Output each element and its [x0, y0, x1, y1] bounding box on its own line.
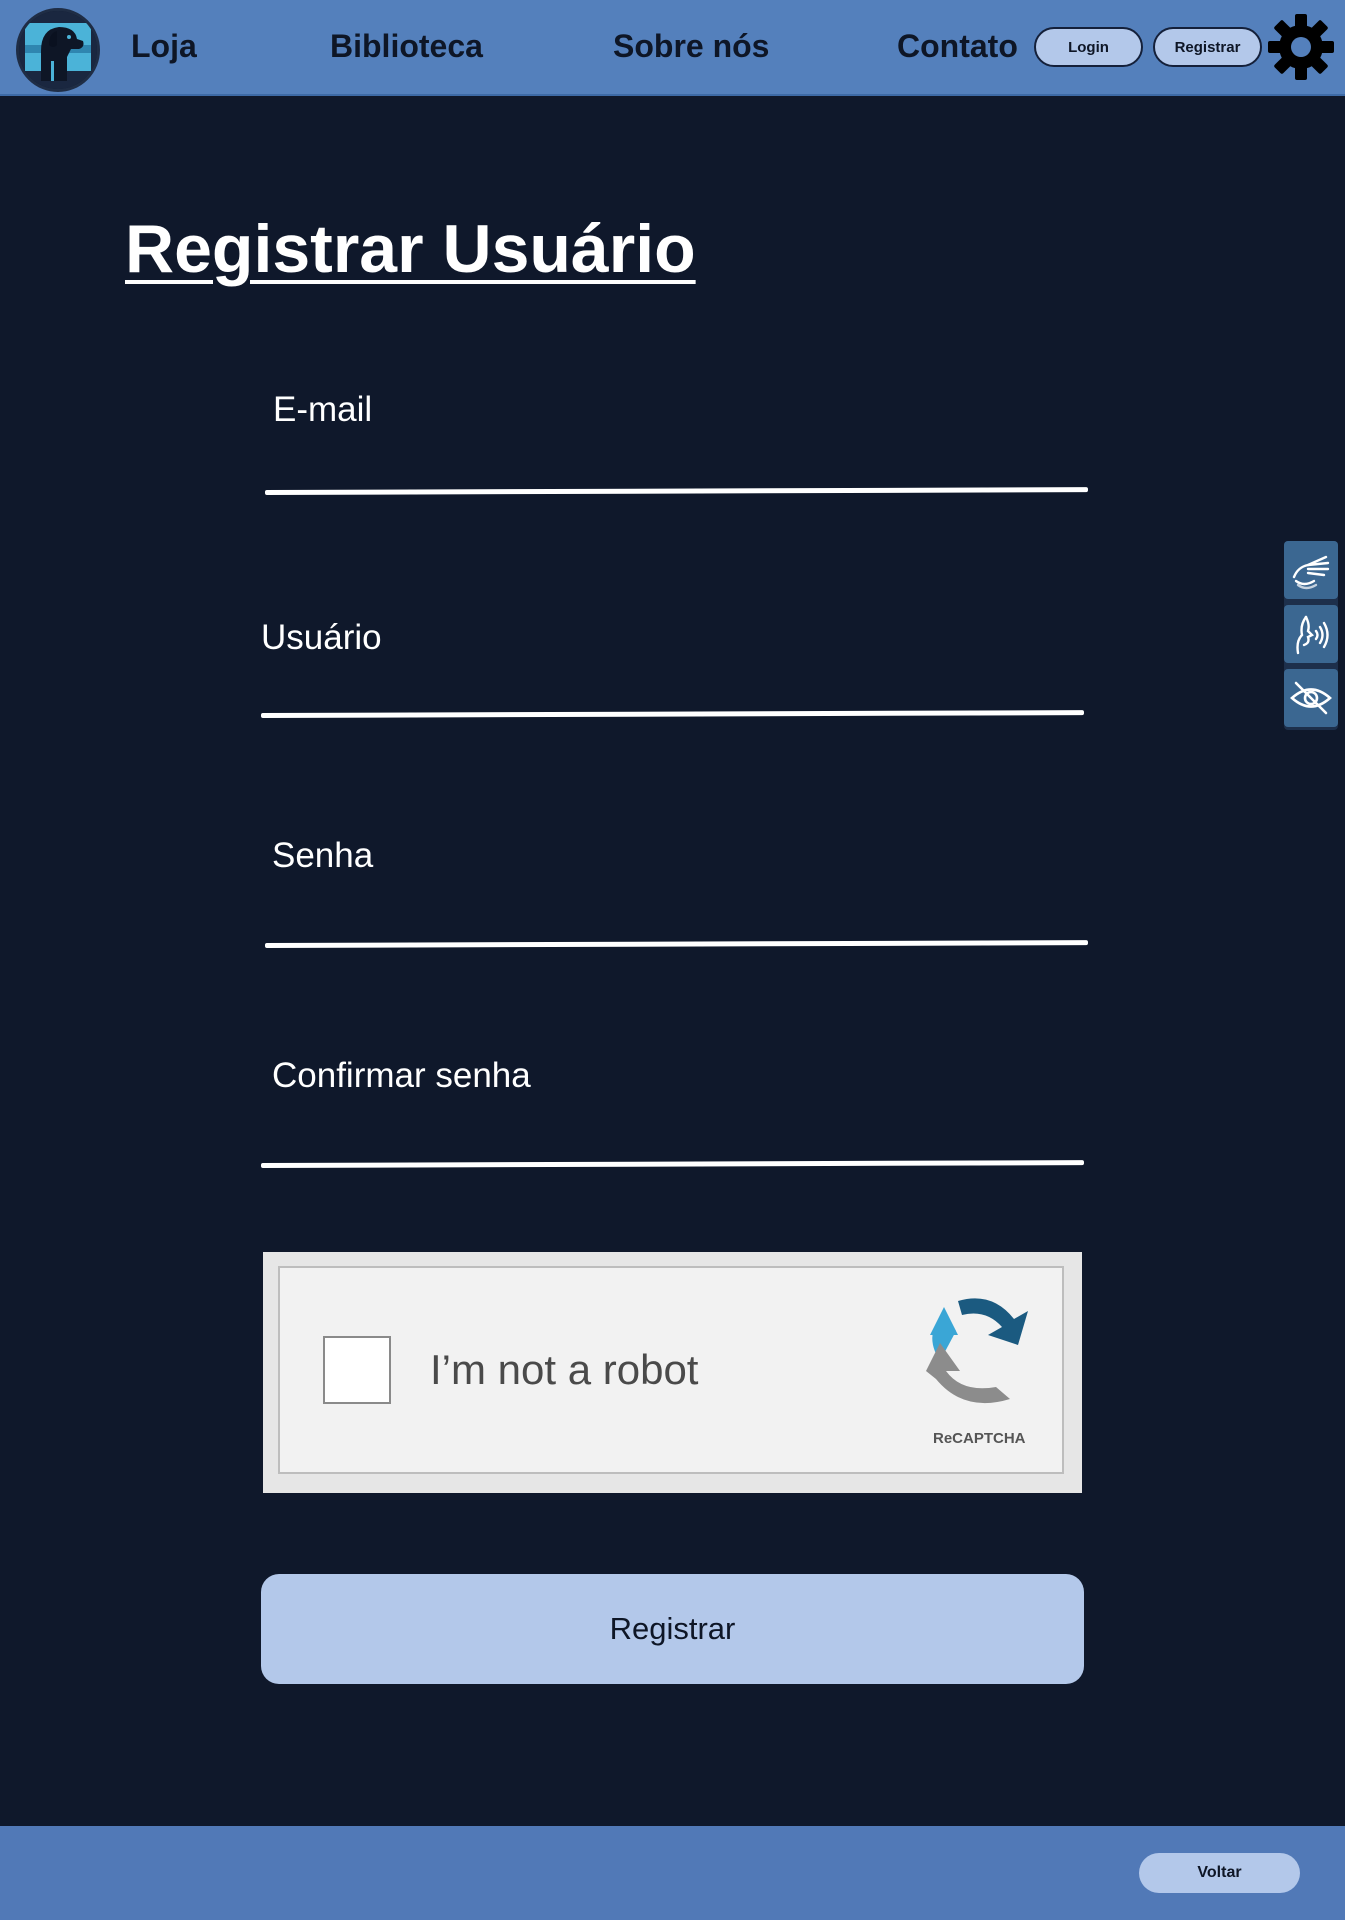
nav-link-biblioteca[interactable]: Biblioteca — [330, 28, 483, 65]
recaptcha-checkbox[interactable] — [323, 1336, 391, 1404]
low-vision-icon[interactable] — [1284, 669, 1338, 727]
nav-link-contato[interactable]: Contato — [897, 28, 1018, 65]
recaptcha-widget: I’m not a robot ReCAPTCHA — [263, 1252, 1082, 1493]
page-title: Registrar Usuário — [125, 211, 696, 287]
confirm-password-label: Confirmar senha — [272, 1056, 531, 1095]
password-label: Senha — [272, 836, 374, 875]
register-submit-button[interactable]: Registrar — [261, 1574, 1084, 1684]
login-button[interactable]: Login — [1034, 27, 1143, 67]
email-label: E-mail — [273, 390, 373, 429]
gear-icon[interactable] — [1266, 12, 1336, 82]
nav-link-loja[interactable]: Loja — [131, 28, 197, 65]
register-header-button[interactable]: Registrar — [1153, 27, 1262, 67]
nav-link-sobre-nos[interactable]: Sobre nós — [613, 28, 769, 65]
password-field[interactable] — [264, 940, 1089, 948]
username-label: Usuário — [261, 618, 382, 657]
email-field[interactable] — [264, 487, 1089, 495]
recaptcha-label: I’m not a robot — [430, 1346, 699, 1393]
sign-language-icon[interactable] — [1284, 541, 1338, 599]
confirm-password-field[interactable] — [260, 1160, 1085, 1168]
recaptcha-brand: ReCAPTCHA — [933, 1430, 1026, 1447]
dog-logo-icon[interactable] — [16, 8, 100, 92]
recaptcha-panel: I’m not a robot ReCAPTCHA — [278, 1266, 1064, 1474]
back-button[interactable]: Voltar — [1139, 1853, 1300, 1893]
top-navigation-bar: Loja Biblioteca Sobre nós Contato Login … — [0, 0, 1345, 96]
username-field[interactable] — [260, 710, 1085, 718]
audio-speech-icon[interactable] — [1284, 605, 1338, 663]
footer-bar: Voltar — [0, 1826, 1345, 1920]
recaptcha-logo-icon — [926, 1298, 1028, 1404]
